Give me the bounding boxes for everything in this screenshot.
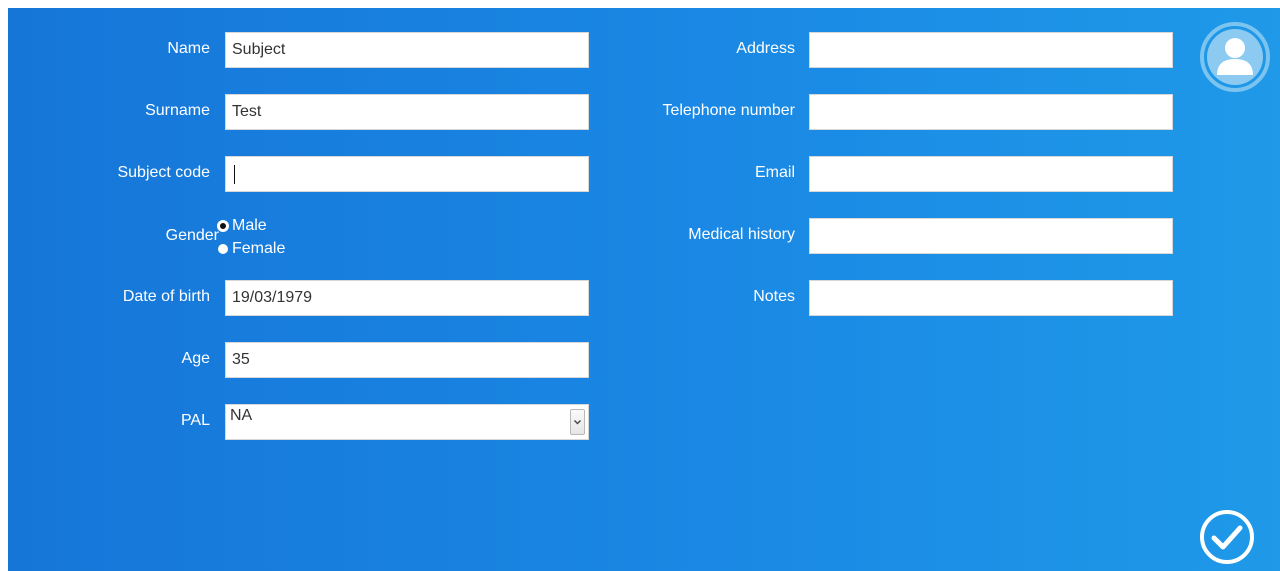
user-avatar-icon [1200,22,1270,92]
text-caret [234,165,235,184]
profile-button[interactable] [1199,21,1271,93]
date-of-birth-label: Date of birth [122,288,210,305]
age-label: Age [181,350,210,367]
subject-code-label: Subject code [117,164,210,181]
notes-field[interactable] [809,280,1173,316]
email-field[interactable] [809,156,1173,192]
gender-option-male-label: Male [232,217,267,234]
confirm-button[interactable] [1199,509,1255,565]
surname-field[interactable] [225,94,589,130]
chevron-down-icon [574,420,581,425]
checkmark-icon [1200,510,1254,564]
radio-selected-icon [218,221,228,231]
surname-label: Surname [145,102,210,119]
medical-history-field[interactable] [809,218,1173,254]
telephone-label: Telephone number [662,102,795,119]
telephone-field[interactable] [809,94,1173,130]
gender-option-female-label: Female [232,240,286,257]
dropdown-arrow-button[interactable] [570,409,585,435]
date-of-birth-field[interactable] [225,280,589,316]
email-label: Email [754,164,795,181]
gender-radio-male[interactable]: Male [218,216,267,236]
name-field[interactable] [225,32,589,68]
subject-code-field[interactable] [225,156,589,192]
subject-form-panel: Name Surname Subject code Gender Male Fe… [8,8,1280,571]
pal-select[interactable]: NA [225,404,589,440]
gender-label: Gender [165,227,219,244]
medical-history-label: Medical history [688,226,795,243]
name-label: Name [167,40,210,57]
gender-radio-female[interactable]: Female [218,239,285,259]
age-field[interactable] [225,342,589,378]
address-field[interactable] [809,32,1173,68]
pal-label: PAL [180,412,210,429]
radio-unselected-icon [218,244,228,254]
notes-label: Notes [753,288,795,305]
address-label: Address [736,40,795,57]
pal-selected-value: NA [230,407,253,424]
